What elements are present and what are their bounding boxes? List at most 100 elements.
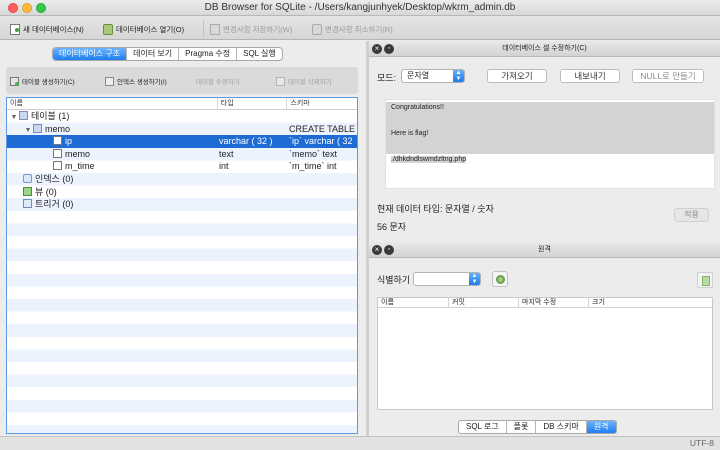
editor-line-text: ./dhkdndlswmdzltng.php bbox=[391, 156, 467, 163]
close-panel-icon[interactable]: × bbox=[372, 245, 382, 255]
tree-row-label: 인덱스 (0) bbox=[35, 173, 74, 184]
toolbar-separator bbox=[203, 20, 204, 37]
current-data-type: 현재 데이터 타입: 문자열 / 숫자 bbox=[377, 204, 494, 214]
open-database-icon bbox=[103, 23, 113, 35]
edit-cell-title-bar: × ◦ 데이터베이스 셀 수정하기(C) bbox=[369, 41, 720, 57]
open-database-button[interactable]: 데이터베이스 열기(O) bbox=[103, 22, 184, 36]
tree-row-type: varchar ( 32 ) bbox=[219, 136, 273, 147]
tables-icon bbox=[19, 111, 28, 120]
new-database-icon bbox=[10, 23, 20, 35]
tree-row-schema: CREATE TABLE bbox=[289, 123, 356, 134]
dock-tabs: SQL 로그 플롯 DB 스키마 원격 bbox=[458, 420, 617, 434]
float-panel-icon[interactable]: ◦ bbox=[384, 44, 394, 54]
edit-cell-panel: × ◦ 데이터베이스 셀 수정하기(C) 모드: 문자열 ▲ ▼ 가져오기 내보내… bbox=[369, 41, 720, 242]
tree-row-label: 트리거 (0) bbox=[35, 199, 74, 210]
editor-line: Here is flag! bbox=[386, 128, 714, 141]
push-database-button[interactable] bbox=[697, 272, 713, 288]
set-null-button[interactable]: NULL로 만들기 bbox=[632, 69, 704, 83]
title-bar: DB Browser for SQLite - /Users/kangjunhy… bbox=[0, 0, 720, 16]
main-toolbar: 새 데이터베이스(N) 데이터베이스 열기(O) 변경사항 저장하기(W) 변경… bbox=[0, 16, 720, 40]
tree-row-label: memo bbox=[45, 123, 71, 134]
expand-triangle-icon[interactable]: ▼ bbox=[9, 112, 19, 123]
identity-settings-button[interactable] bbox=[492, 271, 508, 287]
create-index-icon bbox=[105, 76, 114, 86]
tree-row-field-m-time[interactable]: m_time int `m_time` int bbox=[7, 160, 357, 173]
revert-changes-icon bbox=[312, 23, 322, 35]
tree-row-field-ip[interactable]: ip varchar ( 32 ) `ip` varchar ( 32 bbox=[7, 135, 357, 148]
tree-row-type: int bbox=[219, 161, 229, 172]
mode-select-value: 문자열 bbox=[407, 71, 430, 80]
tab-browse-data[interactable]: 데이터 보기 bbox=[127, 48, 180, 60]
tab-edit-pragmas[interactable]: Pragma 수정 bbox=[179, 48, 238, 60]
create-index-label: 인덱스 생성하기(I) bbox=[117, 79, 167, 86]
import-button[interactable]: 가져오기 bbox=[487, 69, 547, 83]
open-database-label: 데이터베이스 열기(O) bbox=[116, 24, 185, 34]
remote-table-header: 이름 커밋 마지막 수정 크기 bbox=[378, 298, 712, 308]
remote-file-table[interactable]: 이름 커밋 마지막 수정 크기 bbox=[377, 297, 713, 410]
modify-table-button[interactable]: 테이블 수정하기 bbox=[196, 76, 240, 86]
write-changes-button[interactable]: 변경사항 저장하기(W) bbox=[210, 22, 292, 36]
column-header-size[interactable]: 크기 bbox=[588, 298, 714, 308]
tab-remote[interactable]: 원격 bbox=[586, 421, 616, 433]
create-table-button[interactable]: 테이블 생성하기(C) bbox=[10, 76, 75, 86]
tree-row-table-memo[interactable]: ▼ memo CREATE TABLE bbox=[7, 123, 357, 136]
editor-line bbox=[386, 115, 714, 128]
character-count: 56 문자 bbox=[377, 222, 407, 232]
tree-row-type: text bbox=[219, 148, 234, 159]
schema-tree[interactable]: 이름 타입 스키마 ▼ 테이블 (1) ▼ memo CREATE TABLE ip… bbox=[6, 97, 358, 434]
column-header-schema[interactable]: 스키마 bbox=[287, 98, 357, 109]
tree-rows: ▼ 테이블 (1) ▼ memo CREATE TABLE ip varchar (… bbox=[7, 110, 357, 433]
editor-line: Congratulations!! bbox=[386, 102, 714, 115]
select-arrows-icon: ▲ ▼ bbox=[453, 70, 464, 82]
tree-row-indices[interactable]: 인덱스 (0) bbox=[7, 173, 357, 186]
column-header-type[interactable]: 타입 bbox=[218, 98, 288, 109]
apply-button[interactable]: 적용 bbox=[674, 208, 709, 222]
tree-row-schema: `ip` varchar ( 32 bbox=[289, 136, 353, 147]
write-changes-label: 변경사항 저장하기(W) bbox=[223, 24, 293, 34]
close-panel-icon[interactable]: × bbox=[372, 44, 382, 54]
new-database-label: 새 데이터베이스(N) bbox=[23, 24, 84, 34]
gear-icon bbox=[496, 275, 505, 284]
triggers-icon bbox=[23, 199, 32, 209]
column-header-name[interactable]: 이름 bbox=[378, 298, 448, 308]
column-header-last-modified[interactable]: 마지막 수정 bbox=[518, 298, 588, 308]
tree-row-label: m_time bbox=[65, 161, 95, 172]
tree-row-field-memo[interactable]: memo text `memo` text bbox=[7, 148, 357, 161]
tree-row-triggers[interactable]: 트리거 (0) bbox=[7, 198, 357, 211]
tab-plot[interactable]: 플롯 bbox=[507, 421, 537, 433]
create-index-button[interactable]: 인덱스 생성하기(I) bbox=[105, 76, 167, 86]
column-header-name[interactable]: 이름 bbox=[7, 98, 218, 109]
tree-row-schema: `memo` text bbox=[289, 148, 338, 159]
mode-select[interactable]: 문자열 ▲ ▼ bbox=[401, 69, 465, 83]
modify-table-label: 테이블 수정하기 bbox=[196, 79, 240, 86]
delete-table-icon bbox=[276, 76, 285, 86]
tree-row-schema: `m_time` int bbox=[289, 161, 337, 172]
tree-row-label: 테이블 (1) bbox=[31, 111, 70, 121]
table-icon bbox=[33, 123, 42, 133]
tree-row-views[interactable]: 뷰 (0) bbox=[7, 186, 357, 199]
tree-row-tables[interactable]: ▼ 테이블 (1) bbox=[7, 110, 357, 123]
revert-changes-label: 변경사항 취소하기(R) bbox=[325, 24, 393, 34]
delete-table-button[interactable]: 테이블 삭제하기 bbox=[276, 76, 332, 86]
field-icon bbox=[53, 148, 62, 158]
editor-line bbox=[386, 141, 714, 154]
identity-select[interactable]: ▲ ▼ bbox=[413, 272, 481, 286]
tab-db-schema[interactable]: DB 스키마 bbox=[536, 421, 587, 433]
window-title: DB Browser for SQLite - /Users/kangjunhy… bbox=[204, 2, 516, 13]
mode-label: 모드: bbox=[377, 73, 397, 83]
write-changes-icon bbox=[210, 23, 220, 35]
float-panel-icon[interactable]: ◦ bbox=[384, 245, 394, 255]
revert-changes-button[interactable]: 변경사항 취소하기(R) bbox=[312, 22, 393, 36]
export-button[interactable]: 내보내기 bbox=[560, 69, 620, 83]
create-table-label: 테이블 생성하기(C) bbox=[22, 79, 75, 86]
cell-text-editor[interactable]: Congratulations!! Here is flag! ./dhkdnd… bbox=[385, 99, 715, 189]
create-table-icon bbox=[10, 76, 19, 86]
status-bar: UTF-8 bbox=[0, 436, 720, 450]
tab-database-structure[interactable]: 데이터베이스 구조 bbox=[53, 48, 128, 60]
expand-triangle-icon[interactable]: ▼ bbox=[23, 125, 33, 136]
tree-header: 이름 타입 스키마 bbox=[7, 98, 357, 110]
new-database-button[interactable]: 새 데이터베이스(N) bbox=[10, 22, 84, 36]
column-header-commit[interactable]: 커밋 bbox=[448, 298, 518, 308]
tab-sql-log[interactable]: SQL 로그 bbox=[459, 421, 507, 433]
tab-execute-sql[interactable]: SQL 실행 bbox=[237, 48, 282, 60]
